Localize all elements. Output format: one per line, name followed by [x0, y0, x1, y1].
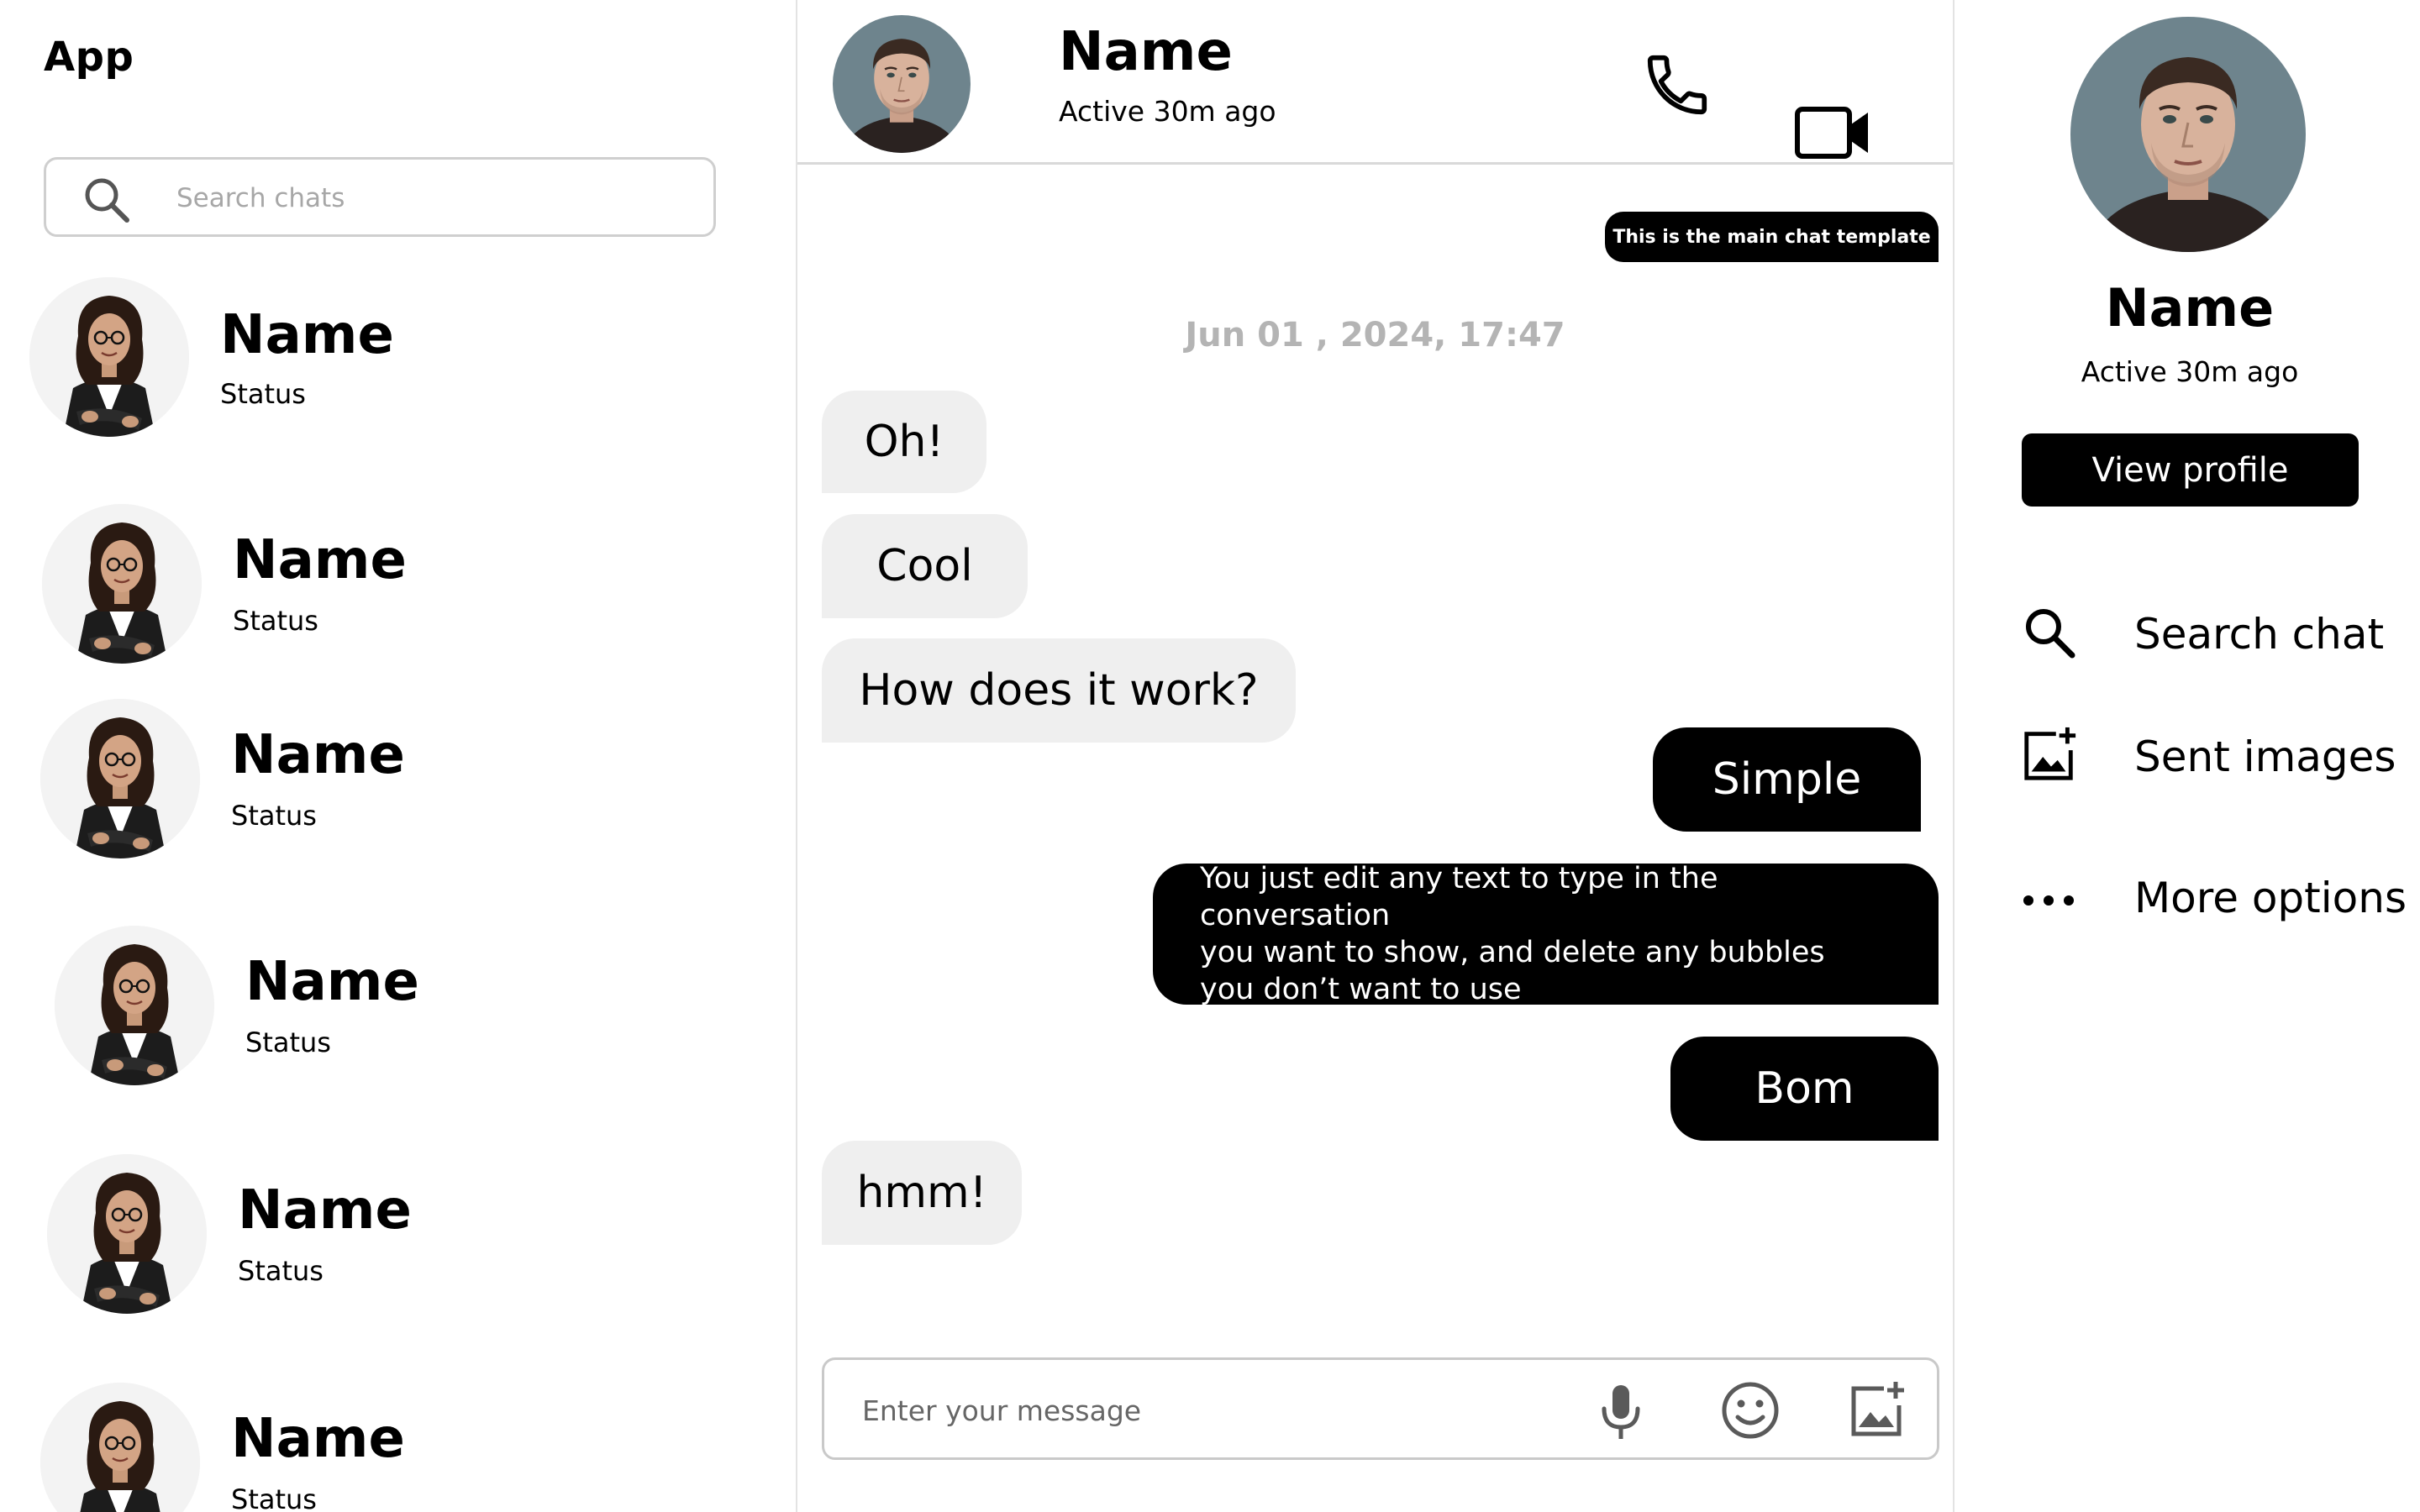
contact-avatar: [42, 504, 202, 664]
contact-avatar: [47, 1154, 207, 1314]
search-chat-action[interactable]: Search chat: [1954, 588, 2420, 680]
profile-avatar: [2070, 17, 2306, 252]
incoming-message-bubble: Oh!: [822, 391, 986, 493]
more-options-label: More options: [2134, 874, 2407, 922]
app-title: App: [44, 34, 134, 81]
contact-avatar: [29, 277, 189, 437]
outgoing-message-bubble: Bom: [1670, 1037, 1939, 1141]
outgoing-message-bubble: You just edit any text to type in the co…: [1153, 862, 1939, 1006]
contact-list-item[interactable]: Name Status: [0, 1154, 790, 1347]
contact-name: Name: [233, 529, 407, 591]
message-text: You just edit any text to type in the co…: [1200, 862, 1825, 1006]
chat-panel: Name Active 30m ago This is the main cha…: [797, 0, 1953, 1512]
contact-list-item[interactable]: Name Status: [0, 699, 790, 892]
contact-name: Name: [231, 724, 405, 786]
phone-call-icon[interactable]: [1641, 49, 1713, 121]
search-icon: [85, 178, 129, 223]
message-text: Bom: [1754, 1063, 1854, 1114]
contact-list-item[interactable]: Name Status: [0, 277, 790, 470]
contact-status: Status: [238, 1255, 324, 1287]
chat-partner-avatar[interactable]: [833, 15, 971, 153]
contact-profile-panel: Name Active 30m ago View profile Search …: [1953, 0, 2420, 1512]
more-horizontal-icon: [2023, 895, 2074, 906]
chat-list-sidebar: App Name Status Name Status Name Status …: [0, 0, 797, 1512]
contact-status: Status: [220, 378, 306, 410]
contact-status: Status: [233, 605, 318, 637]
image-add-icon: [2024, 727, 2076, 780]
contact-avatar: [40, 699, 200, 858]
more-options-action[interactable]: More options: [1954, 852, 2420, 944]
incoming-message-bubble: How does it work?: [822, 638, 1296, 743]
incoming-message-bubble: Cool: [822, 514, 1028, 618]
message-input[interactable]: [862, 1389, 1534, 1432]
contact-status: Status: [231, 1483, 317, 1512]
contact-list-item[interactable]: Name Status: [0, 504, 790, 697]
message-text: Simple: [1712, 754, 1862, 805]
contact-list-item[interactable]: Name Status: [0, 1383, 790, 1512]
emoji-icon[interactable]: [1720, 1380, 1781, 1441]
video-call-icon[interactable]: [1794, 99, 1871, 165]
contact-name: Name: [245, 951, 419, 1013]
profile-status: Active 30m ago: [2081, 355, 2299, 388]
chat-header: Name Active 30m ago: [797, 0, 1953, 165]
message-text: Cool: [876, 541, 973, 591]
chat-partner-name: Name: [1059, 21, 1233, 83]
microphone-icon[interactable]: [1593, 1382, 1649, 1441]
contact-avatar: [55, 926, 214, 1085]
contact-status: Status: [231, 800, 317, 832]
search-chats-input[interactable]: [176, 176, 681, 220]
search-chats-field[interactable]: [44, 157, 716, 237]
message-text: Oh!: [864, 417, 944, 467]
chat-template-note: This is the main chat template: [1605, 212, 1939, 262]
message-text: hmm!: [856, 1168, 987, 1218]
chat-partner-status: Active 30m ago: [1059, 95, 1276, 128]
message-text: How does it work?: [859, 665, 1259, 716]
contact-name: Name: [220, 304, 394, 366]
incoming-message-bubble: hmm!: [822, 1141, 1022, 1245]
view-profile-button[interactable]: View profile: [2022, 433, 2359, 507]
search-chat-label: Search chat: [2134, 610, 2385, 659]
image-add-icon[interactable]: [1847, 1380, 1907, 1441]
message-date-separator: Jun 01 , 2024, 17:47: [1185, 316, 1565, 354]
contact-name: Name: [231, 1408, 405, 1470]
contact-avatar: [40, 1383, 200, 1512]
sent-images-action[interactable]: Sent images: [1954, 711, 2420, 803]
sent-images-label: Sent images: [2134, 732, 2396, 781]
search-icon: [2026, 609, 2075, 659]
contact-status: Status: [245, 1026, 331, 1058]
profile-name: Name: [2105, 277, 2275, 339]
contact-name: Name: [238, 1179, 412, 1242]
message-composer: [822, 1357, 1939, 1460]
contact-list-item[interactable]: Name Status: [0, 926, 790, 1119]
outgoing-message-bubble: Simple: [1653, 727, 1921, 832]
